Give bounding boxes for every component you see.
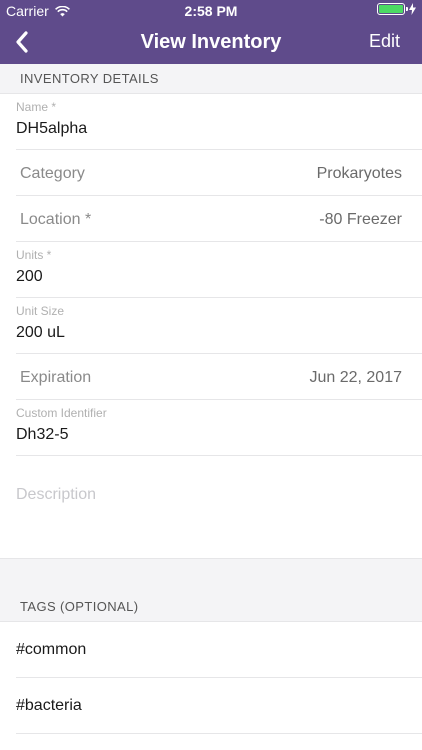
status-right xyxy=(377,3,416,15)
unit-size-value: 200 uL xyxy=(16,324,65,341)
custom-identifier-label: Custom Identifier xyxy=(16,406,107,420)
expiration-label: Expiration xyxy=(20,369,92,386)
units-value: 200 xyxy=(16,268,43,285)
navigation-bar: View Inventory Edit xyxy=(0,20,422,64)
page-title: View Inventory xyxy=(140,31,282,53)
category-row[interactable]: Category Prokaryotes xyxy=(0,150,422,196)
status-bar: Carrier 2:58 PM xyxy=(0,0,422,20)
tag-label: #bacteria xyxy=(16,697,82,714)
unit-size-field[interactable]: Unit Size 200 uL xyxy=(0,298,422,354)
charging-bolt-icon xyxy=(409,3,416,15)
edit-button[interactable]: Edit xyxy=(369,31,400,52)
location-row[interactable]: Location * -80 Freezer xyxy=(0,196,422,242)
name-value: DH5alpha xyxy=(16,120,88,137)
section-header-tags: TAGS (OPTIONAL) xyxy=(0,558,422,622)
tag-item[interactable]: #common xyxy=(0,622,422,678)
battery-icon xyxy=(377,3,408,15)
unit-size-label: Unit Size xyxy=(16,304,65,318)
app-header: Carrier 2:58 PM View Inventory Edit xyxy=(0,0,422,64)
name-field[interactable]: Name * DH5alpha xyxy=(0,94,422,150)
location-label: Location * xyxy=(20,211,92,228)
divider xyxy=(16,733,422,734)
units-label: Units * xyxy=(16,248,52,262)
custom-identifier-field[interactable]: Custom Identifier Dh32-5 xyxy=(0,400,422,456)
tag-label: #common xyxy=(16,641,87,658)
description-placeholder: Description xyxy=(16,486,97,503)
battery-level xyxy=(379,5,403,13)
units-field[interactable]: Units * 200 xyxy=(0,242,422,298)
expiration-row[interactable]: Expiration Jun 22, 2017 xyxy=(0,354,422,400)
tag-item[interactable]: #bacteria xyxy=(0,678,422,734)
description-textarea[interactable]: Description xyxy=(0,456,422,558)
custom-identifier-value: Dh32-5 xyxy=(16,426,69,443)
status-time: 2:58 PM xyxy=(184,3,238,19)
name-label: Name * xyxy=(16,100,57,114)
category-value: Prokaryotes xyxy=(316,165,402,182)
section-header-inventory-details: INVENTORY DETAILS xyxy=(0,64,422,94)
expiration-value: Jun 22, 2017 xyxy=(309,369,402,386)
category-label: Category xyxy=(20,165,85,182)
location-value: -80 Freezer xyxy=(319,211,402,228)
